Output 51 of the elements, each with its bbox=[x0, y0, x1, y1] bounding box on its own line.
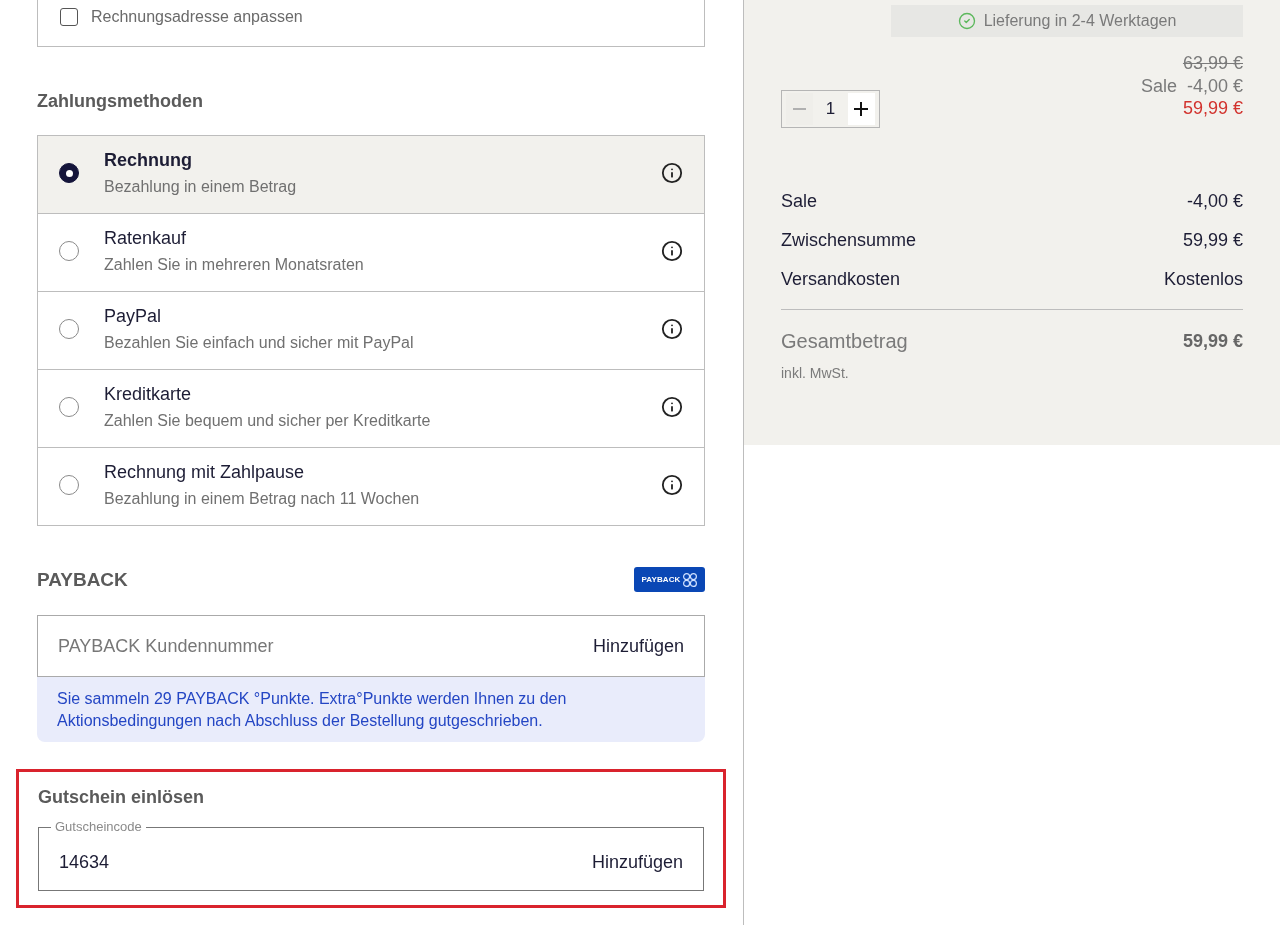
radio-button[interactable] bbox=[59, 397, 79, 417]
sale-price: 59,99 € bbox=[1182, 97, 1243, 120]
add-button[interactable]: Hinzufügen bbox=[592, 635, 684, 657]
discount-label: Sale bbox=[1140, 74, 1177, 97]
summary-label: Zwischensumme bbox=[781, 228, 917, 251]
radio-button[interactable] bbox=[59, 241, 79, 261]
quantity-value: 1 bbox=[824, 99, 837, 119]
payment-title: Rechnung bbox=[104, 149, 192, 171]
radio-button[interactable] bbox=[59, 163, 79, 183]
radio-button[interactable] bbox=[59, 475, 79, 495]
summary-value: -4,00 € bbox=[1186, 189, 1243, 212]
info-icon[interactable] bbox=[661, 474, 683, 496]
payment-option[interactable]: Rechnung Bezahlung in einem Betrag bbox=[38, 136, 704, 213]
section-heading: PAYBACK bbox=[37, 567, 128, 592]
payment-title: Kreditkarte bbox=[104, 383, 192, 405]
tax-note: inkl. MwSt. bbox=[781, 364, 850, 382]
delivery-text: Lieferung in 2-4 Werktagen bbox=[983, 11, 1177, 31]
checkbox[interactable] bbox=[60, 8, 78, 26]
add-button[interactable]: Hinzufügen bbox=[591, 851, 683, 873]
original-price: 63,99 € bbox=[1182, 52, 1243, 75]
circles-icon bbox=[683, 572, 698, 587]
payment-title: PayPal bbox=[104, 305, 162, 327]
total-value: 59,99 € bbox=[1182, 330, 1243, 353]
summary-value: Kostenlos bbox=[1163, 267, 1243, 290]
payment-description: Zahlen Sie bequem und sicher per Kreditkarte bbox=[104, 411, 431, 431]
summary-label: Sale bbox=[781, 189, 818, 212]
info-icon[interactable] bbox=[661, 318, 683, 340]
check-circle-icon bbox=[957, 12, 976, 30]
payment-description: Zahlen Sie in mehreren Monatsraten bbox=[104, 255, 364, 275]
radio-button[interactable] bbox=[59, 319, 79, 339]
checkbox-label: Rechnungsadresse anpassen bbox=[91, 7, 303, 27]
payment-title: Rechnung mit Zahlpause bbox=[104, 461, 305, 483]
payment-description: Bezahlung in einem Betrag bbox=[104, 177, 297, 197]
payment-description: Bezahlung in einem Betrag nach 11 Wochen bbox=[104, 489, 420, 509]
info-icon[interactable] bbox=[661, 240, 683, 262]
increase-button[interactable] bbox=[847, 93, 875, 125]
logo-wordmark: PAYBACK bbox=[641, 574, 681, 585]
section-heading: Gutschein einlösen bbox=[38, 786, 206, 808]
summary-label: Versandkosten bbox=[781, 267, 901, 290]
discount-amount: -4,00 € bbox=[1186, 74, 1243, 97]
info-icon[interactable] bbox=[661, 162, 683, 184]
points-info-note: Sie sammeln 29 PAYBACK °Punkte. Extra°Punkte werden Ihnen zu den Aktionsbedingungen nach Abschluss der Bestellung gutgeschrieben. bbox=[37, 677, 705, 742]
section-heading: Zahlungsmethoden bbox=[37, 90, 204, 112]
plus-icon bbox=[854, 102, 869, 116]
total-label: Gesamtbetrag bbox=[781, 329, 908, 353]
info-icon[interactable] bbox=[661, 396, 683, 418]
minus-icon bbox=[793, 108, 807, 110]
payment-description: Bezahlen Sie einfach und sicher mit PayPal bbox=[104, 333, 414, 353]
summary-value: 59,99 € bbox=[1182, 228, 1243, 251]
payment-title: Ratenkauf bbox=[104, 227, 187, 249]
field-label: Gutscheincode bbox=[54, 820, 143, 834]
